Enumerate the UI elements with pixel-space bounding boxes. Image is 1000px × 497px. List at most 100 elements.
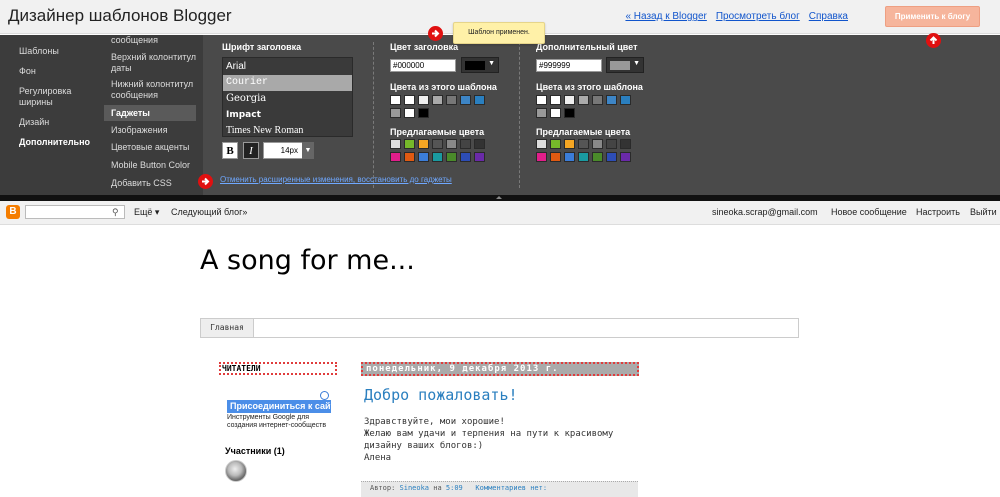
- color-swatch[interactable]: [536, 152, 547, 162]
- extra-color-picker[interactable]: ▼: [606, 57, 644, 73]
- navbar-next-blog[interactable]: Следующий блог»: [171, 207, 247, 217]
- color-swatch[interactable]: [620, 139, 631, 149]
- color-swatch[interactable]: [446, 139, 457, 149]
- font-option-times[interactable]: Times New Roman: [223, 123, 352, 139]
- nav2-mobile-button[interactable]: Mobile Button Color: [111, 160, 203, 171]
- navbar-search-input[interactable]: [25, 205, 125, 219]
- avatar[interactable]: [225, 460, 247, 482]
- color-swatch[interactable]: [564, 139, 575, 149]
- revert-advanced-link[interactable]: Отменить расширенные изменения, восстано…: [220, 175, 452, 184]
- color-swatch[interactable]: [446, 95, 457, 105]
- color-swatch[interactable]: [536, 108, 547, 118]
- font-option-georgia[interactable]: Georgia: [223, 91, 352, 107]
- color-swatch[interactable]: [404, 95, 415, 105]
- color-swatch[interactable]: [418, 95, 429, 105]
- color-swatch[interactable]: [390, 139, 401, 149]
- color-swatch[interactable]: [620, 95, 631, 105]
- font-list[interactable]: Arial Courier Georgia Impact Times New R…: [222, 57, 353, 137]
- footer-comments-link[interactable]: Комментариев нет:: [475, 484, 547, 492]
- footer-author-link[interactable]: Sineoka: [400, 484, 430, 492]
- nav-layout[interactable]: Дизайн: [19, 117, 49, 128]
- navbar-new-post[interactable]: Новое сообщение: [831, 207, 907, 217]
- color-swatch[interactable]: [390, 108, 401, 118]
- blogger-logo-icon[interactable]: B: [6, 205, 20, 219]
- chevron-up-icon[interactable]: [496, 196, 502, 199]
- font-option-courier[interactable]: Courier: [223, 75, 352, 91]
- color-swatch[interactable]: [390, 95, 401, 105]
- nav2-images[interactable]: Изображения: [111, 125, 203, 136]
- nav-advanced[interactable]: Дополнительно: [19, 137, 90, 148]
- color-swatch[interactable]: [620, 152, 631, 162]
- view-blog-link[interactable]: Просмотреть блог: [716, 11, 800, 22]
- color-swatch[interactable]: [550, 152, 561, 162]
- extra-color-input[interactable]: #999999: [536, 59, 602, 72]
- color-swatch[interactable]: [592, 152, 603, 162]
- font-option-arial[interactable]: Arial: [223, 59, 352, 75]
- nav2-post[interactable]: сообщения: [111, 35, 203, 46]
- nav2-gadgets[interactable]: Гаджеты: [104, 105, 196, 121]
- color-swatch[interactable]: [550, 139, 561, 149]
- nav2-accents[interactable]: Цветовые акценты: [111, 142, 203, 153]
- nav-background[interactable]: Фон: [19, 66, 36, 77]
- tab-home[interactable]: Главная: [201, 319, 254, 337]
- title-color-input[interactable]: #000000: [390, 59, 456, 72]
- color-swatch[interactable]: [446, 152, 457, 162]
- color-swatch[interactable]: [564, 95, 575, 105]
- color-swatch[interactable]: [578, 152, 589, 162]
- color-swatch[interactable]: [418, 139, 429, 149]
- bold-button[interactable]: B: [222, 142, 238, 159]
- post-title[interactable]: Добро пожаловать!: [364, 386, 518, 404]
- color-swatch[interactable]: [578, 139, 589, 149]
- nav2-post-footer[interactable]: Нижний колонтитул сообщения: [111, 79, 203, 101]
- nav2-date-header[interactable]: Верхний колонтитул даты: [111, 52, 203, 74]
- font-option-impact[interactable]: Impact: [223, 107, 352, 123]
- color-swatch[interactable]: [460, 152, 471, 162]
- join-site-button[interactable]: Присоединиться к сайту: [227, 400, 331, 413]
- navbar-logout[interactable]: Выйти: [970, 207, 997, 217]
- color-swatch[interactable]: [418, 108, 429, 118]
- color-swatch[interactable]: [474, 152, 485, 162]
- navbar-more[interactable]: Ещё ▾: [134, 207, 159, 218]
- back-to-blogger-link[interactable]: « Назад к Blogger: [625, 11, 706, 22]
- color-swatch[interactable]: [418, 152, 429, 162]
- color-swatch[interactable]: [564, 152, 575, 162]
- post-line: Здравствуйте, мои хорошие!: [364, 417, 505, 427]
- nav-templates[interactable]: Шаблоны: [19, 46, 59, 57]
- color-swatch[interactable]: [460, 139, 471, 149]
- color-swatch[interactable]: [536, 139, 547, 149]
- color-swatch[interactable]: [474, 95, 485, 105]
- color-swatch[interactable]: [550, 95, 561, 105]
- color-swatch[interactable]: [460, 95, 471, 105]
- color-swatch[interactable]: [592, 139, 603, 149]
- apply-to-blog-button[interactable]: Применить к блогу: [885, 6, 980, 27]
- search-icon[interactable]: ⚲: [112, 207, 123, 218]
- color-swatch[interactable]: [404, 139, 415, 149]
- title-color-picker[interactable]: ▼: [461, 57, 499, 73]
- color-swatch[interactable]: [536, 95, 547, 105]
- footer-time-link[interactable]: 5:09: [446, 484, 463, 492]
- navbar-email[interactable]: sineoka.scrap@gmail.com: [712, 207, 818, 217]
- font-size-select[interactable]: 14px: [263, 142, 303, 159]
- nav2-add-css[interactable]: Добавить CSS: [111, 178, 203, 189]
- color-swatch[interactable]: [404, 152, 415, 162]
- color-swatch[interactable]: [592, 95, 603, 105]
- color-swatch[interactable]: [404, 108, 415, 118]
- color-swatch[interactable]: [564, 108, 575, 118]
- color-swatch[interactable]: [474, 139, 485, 149]
- color-swatch[interactable]: [432, 152, 443, 162]
- help-link[interactable]: Справка: [809, 11, 848, 22]
- chevron-down-icon[interactable]: ▼: [302, 142, 314, 159]
- color-swatch[interactable]: [432, 139, 443, 149]
- color-swatch[interactable]: [606, 152, 617, 162]
- color-swatch[interactable]: [390, 152, 401, 162]
- color-swatch[interactable]: [606, 95, 617, 105]
- color-swatch[interactable]: [432, 95, 443, 105]
- color-swatch[interactable]: [578, 95, 589, 105]
- navbar-settings[interactable]: Настроить: [916, 207, 960, 217]
- color-swatch[interactable]: [606, 139, 617, 149]
- nav-width[interactable]: Регулировка ширины: [19, 86, 99, 108]
- blog-title[interactable]: A song for me...: [200, 245, 415, 276]
- color-swatch[interactable]: [550, 108, 561, 118]
- italic-button[interactable]: I: [243, 142, 259, 159]
- designer-panel: Шаблоны Фон Регулировка ширины Дизайн До…: [0, 35, 1000, 195]
